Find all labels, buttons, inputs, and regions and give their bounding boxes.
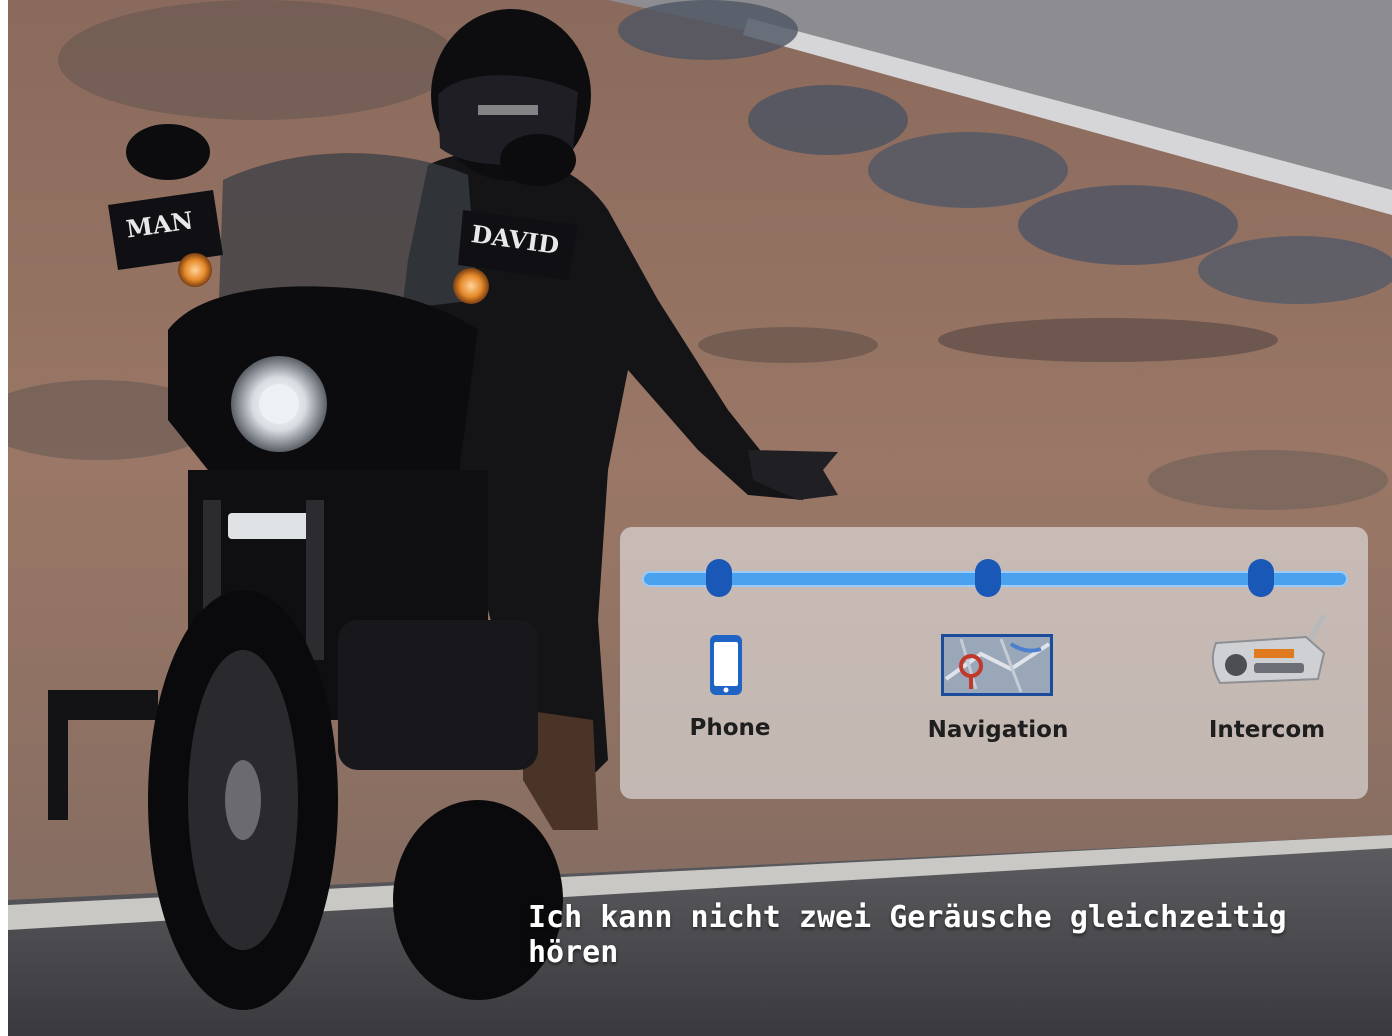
feature-panel: Phone Navigation Intercom (620, 527, 1368, 799)
stage-marker-intercom (1248, 559, 1274, 597)
smartphone-icon (710, 635, 742, 695)
intercom-device-icon (1211, 613, 1327, 685)
motorcycle-photo (8, 0, 1392, 1036)
progress-track (642, 559, 1348, 597)
stage-label-phone: Phone (689, 715, 771, 741)
photo-frame: MAN DAVID Phone Navigation Intercom Ich … (8, 0, 1392, 1036)
stage-label-navigation: Navigation (927, 717, 1069, 743)
caption-text: Ich kann nicht zwei Geräusche gleichzeit… (528, 900, 1287, 970)
stage-label-intercom: Intercom (1208, 717, 1326, 743)
stage-marker-phone (706, 559, 732, 597)
map-pin-icon (941, 634, 1053, 696)
stage-marker-navigation (975, 559, 1001, 597)
